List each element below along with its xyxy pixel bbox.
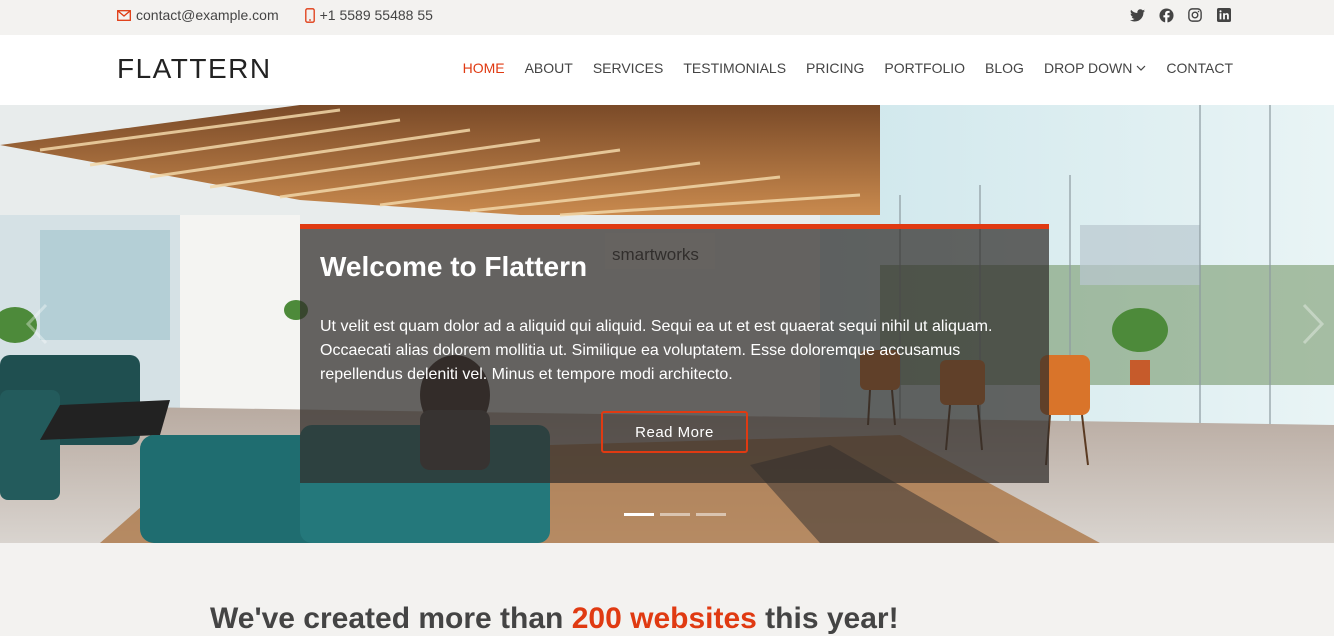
hero-text: Ut velit est quam dolor ad a aliquid qui… bbox=[320, 318, 993, 383]
hero-carousel: smartworks Welcome to Flattern Ut velit … bbox=[0, 105, 1334, 543]
hero-title: Welcome to Flattern bbox=[320, 251, 588, 282]
read-more-button[interactable]: Read More bbox=[601, 411, 748, 453]
phone-icon bbox=[304, 7, 315, 23]
carousel-prev-button[interactable] bbox=[14, 301, 54, 347]
section-heading-post: this year! bbox=[756, 602, 899, 635]
twitter-icon[interactable] bbox=[1129, 7, 1145, 23]
contact-info: contact@example.com +1 5589 55488 55 bbox=[117, 0, 433, 30]
instagram-icon[interactable] bbox=[1187, 7, 1203, 23]
nav-item-services[interactable]: SERVICES bbox=[593, 60, 664, 76]
social-links bbox=[1129, 7, 1232, 23]
nav-dropdown-label: DROP DOWN bbox=[1043, 60, 1133, 76]
carousel-next-button[interactable] bbox=[1296, 301, 1334, 347]
nav-item-portfolio[interactable]: PORTFOLIO bbox=[884, 60, 965, 76]
site-header: FLATTERN HOME ABOUT SERVICES TESTIMONIAL… bbox=[0, 35, 1334, 105]
nav-item-about[interactable]: ABOUT bbox=[525, 60, 573, 76]
carousel-indicator[interactable] bbox=[696, 513, 726, 516]
section-heading-highlight: 200 websites bbox=[571, 602, 757, 635]
top-bar: contact@example.com +1 5589 55488 55 bbox=[0, 0, 1334, 35]
site-logo[interactable]: FLATTERN bbox=[117, 53, 272, 85]
nav-item-pricing[interactable]: PRICING bbox=[806, 60, 864, 76]
linkedin-icon[interactable] bbox=[1216, 7, 1232, 23]
facebook-icon[interactable] bbox=[1158, 7, 1174, 23]
main-nav: HOME ABOUT SERVICES TESTIMONIALS PRICING… bbox=[463, 60, 1233, 76]
carousel-indicators bbox=[624, 513, 726, 516]
hero-caption-box: Welcome to Flattern Ut velit est quam do… bbox=[300, 224, 1049, 483]
nav-item-home[interactable]: HOME bbox=[463, 60, 505, 76]
carousel-indicator[interactable] bbox=[660, 513, 690, 516]
nav-item-contact[interactable]: CONTACT bbox=[1166, 60, 1233, 76]
chevron-down-icon bbox=[1136, 65, 1146, 71]
phone-number[interactable]: +1 5589 55488 55 bbox=[320, 7, 433, 23]
carousel-indicator[interactable] bbox=[624, 513, 654, 516]
nav-item-testimonials[interactable]: TESTIMONIALS bbox=[683, 60, 786, 76]
nav-item-dropdown[interactable]: DROP DOWN bbox=[1044, 60, 1146, 76]
section-heading-pre: We've created more than bbox=[210, 602, 572, 635]
section-heading: We've created more than 200 websites thi… bbox=[210, 602, 899, 636]
nav-item-blog[interactable]: BLOG bbox=[985, 60, 1024, 76]
envelope-icon bbox=[117, 9, 131, 21]
email-link[interactable]: contact@example.com bbox=[136, 7, 279, 23]
